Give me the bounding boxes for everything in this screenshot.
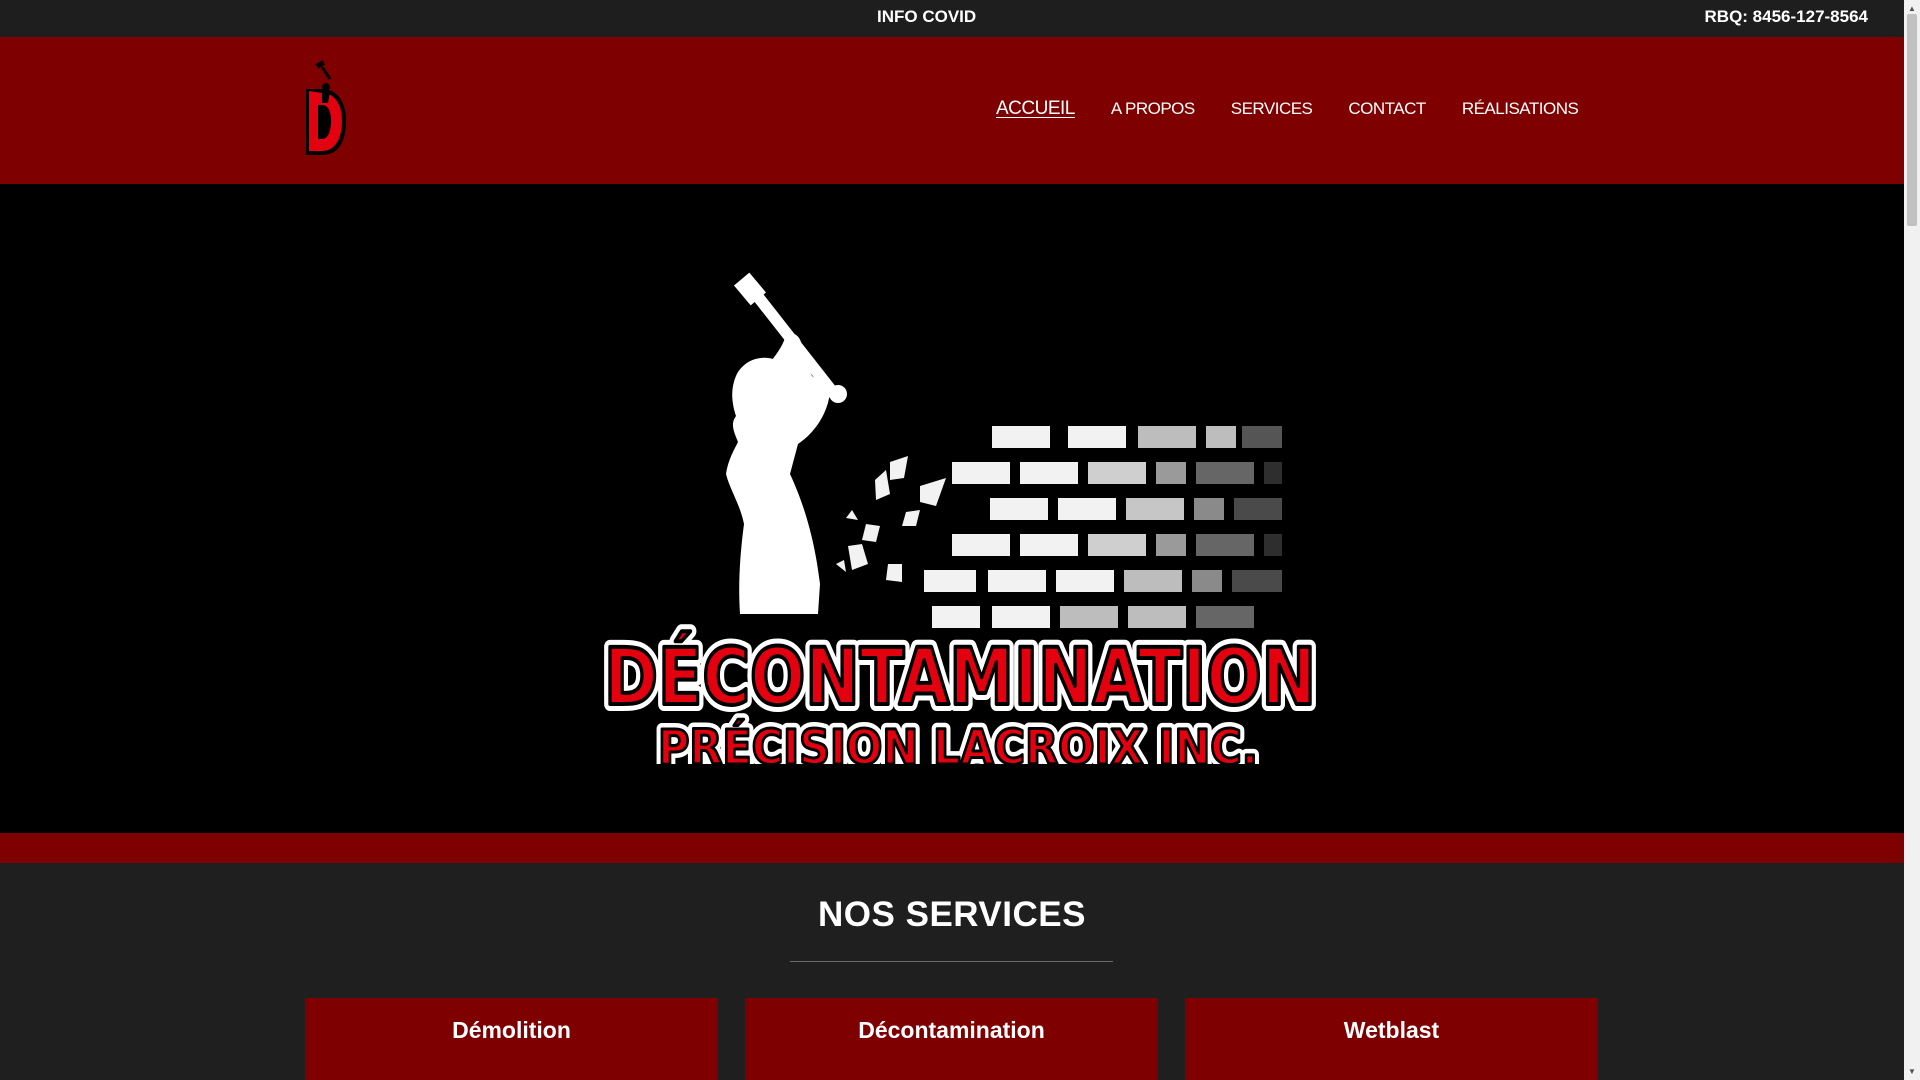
rbq-license-number: RBQ: 8456-127-8564 bbox=[1704, 7, 1868, 26]
svg-text:DÉCONTAMINATION: DÉCONTAMINATION bbox=[604, 631, 1316, 723]
info-top-bar: INFO COVID RBQ: 8456-127-8564 bbox=[0, 0, 1904, 37]
service-card-label: Décontamination bbox=[858, 1017, 1045, 1043]
scroll-up-arrow-icon[interactable]: ▲ bbox=[1904, 4, 1920, 13]
nav-services[interactable]: SERVICES bbox=[1231, 99, 1313, 120]
service-card-label: Wetblast bbox=[1343, 1017, 1440, 1043]
hero-banner: DÉCONTAMINATION DÉCONTAMINATION PRÉCISIO… bbox=[0, 184, 1904, 833]
service-card-demolition[interactable]: Démolition bbox=[305, 998, 718, 1080]
company-logo-graphic: DÉCONTAMINATION DÉCONTAMINATION PRÉCISIO… bbox=[597, 272, 1323, 764]
svg-text:PRÉCISION LACROIX INC.: PRÉCISION LACROIX INC. bbox=[658, 719, 1258, 764]
info-covid-link[interactable]: INFO COVID bbox=[877, 0, 976, 37]
services-title: NOS SERVICES bbox=[818, 895, 1086, 934]
nav-a-propos[interactable]: A PROPOS bbox=[1111, 99, 1195, 120]
d-hammer-logo-icon[interactable] bbox=[300, 59, 350, 163]
services-title-rule bbox=[790, 961, 1113, 962]
service-card-label: Démolition bbox=[452, 1017, 571, 1043]
nav-realisations[interactable]: RÉALISATIONS bbox=[1462, 99, 1579, 120]
company-wordmark: DÉCONTAMINATION DÉCONTAMINATION PRÉCISIO… bbox=[597, 624, 1323, 764]
services-section: NOS SERVICES Démolition Décontamination … bbox=[0, 863, 1904, 1080]
scrollbar-thumb[interactable] bbox=[1907, 14, 1917, 226]
services-cards: Démolition Décontamination Wetblast bbox=[305, 998, 1598, 1080]
page: INFO COVID RBQ: 8456-127-8564 ACCUEIL A … bbox=[0, 0, 1904, 1080]
scroll-down-arrow-icon[interactable]: ▼ bbox=[1904, 1067, 1920, 1076]
brick-wall-icon bbox=[836, 426, 1282, 628]
nav-contact[interactable]: CONTACT bbox=[1348, 99, 1426, 120]
page-scrollbar[interactable]: ▲ ▼ bbox=[1904, 0, 1920, 1080]
main-nav: ACCUEIL A PROPOS SERVICES CONTACT RÉALIS… bbox=[996, 98, 1579, 120]
worker-silhouette-icon bbox=[726, 272, 847, 614]
red-divider-band bbox=[0, 833, 1904, 863]
site-header: ACCUEIL A PROPOS SERVICES CONTACT RÉALIS… bbox=[0, 37, 1904, 184]
service-card-wetblast[interactable]: Wetblast bbox=[1185, 998, 1598, 1080]
service-card-decontamination[interactable]: Décontamination bbox=[745, 998, 1158, 1080]
nav-accueil[interactable]: ACCUEIL bbox=[996, 98, 1075, 120]
